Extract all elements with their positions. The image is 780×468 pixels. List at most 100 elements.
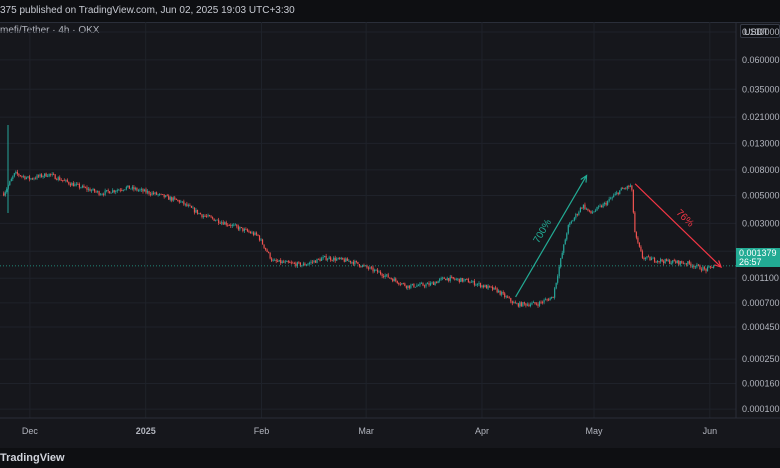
candle-body	[573, 217, 575, 221]
candle-body	[581, 207, 583, 209]
candle-body	[517, 303, 519, 307]
candle-body	[670, 262, 672, 264]
candle-body	[110, 192, 112, 194]
candle-body	[678, 260, 680, 265]
candle-body	[346, 258, 348, 261]
candle-body	[181, 201, 183, 203]
candle-body	[98, 191, 100, 195]
candle-body	[708, 266, 710, 268]
candle-body	[376, 269, 379, 273]
candle-body	[369, 267, 371, 269]
candle-body	[351, 261, 353, 263]
candle-body	[208, 215, 211, 217]
candle-body	[591, 212, 594, 214]
candle-body	[134, 188, 137, 190]
y-tick-label: 0.000100	[742, 404, 780, 414]
candle-body	[10, 178, 12, 182]
candle-body	[87, 188, 90, 190]
candle-body	[45, 173, 47, 177]
y-tick-label: 0.008000	[742, 165, 780, 175]
candle-body	[610, 198, 612, 200]
candle-body	[658, 260, 660, 262]
candle-body	[68, 181, 70, 185]
candle-body	[122, 189, 124, 191]
candle-body	[74, 184, 76, 187]
last-price-label: 0.001379 26:57	[736, 248, 780, 267]
candle-body	[165, 195, 167, 198]
candle-body	[711, 266, 713, 268]
candle-body	[684, 263, 686, 265]
candle-body	[213, 218, 215, 221]
candle-body	[258, 235, 261, 241]
candle-body	[529, 304, 532, 307]
candle-body	[205, 216, 208, 217]
candle-body	[62, 180, 64, 181]
y-tick-label: 0.000450	[742, 322, 780, 332]
y-tick-label: 0.000700	[742, 298, 780, 308]
candle-body	[632, 189, 634, 213]
candle-body	[106, 190, 108, 191]
candle-body	[458, 278, 460, 283]
candle-body	[125, 186, 127, 190]
candle-body	[19, 175, 21, 177]
candle-body	[331, 260, 333, 262]
candle-body	[112, 190, 114, 193]
candle-body	[355, 261, 357, 262]
candle-body	[149, 193, 152, 195]
candle-body	[566, 233, 568, 240]
candle-body	[644, 257, 647, 259]
candle-body	[124, 189, 126, 191]
candle-body	[174, 197, 176, 199]
candle-body	[399, 284, 401, 285]
candle-body	[115, 191, 117, 192]
candle-body	[543, 300, 545, 303]
x-tick-label: Apr	[475, 426, 489, 436]
candle-body	[139, 189, 141, 191]
candle-body	[373, 269, 376, 272]
candle-body	[104, 190, 106, 195]
candle-body	[195, 209, 197, 213]
candle-body	[386, 274, 388, 276]
candle-body	[570, 221, 572, 224]
candle-body	[307, 263, 309, 265]
candle-body	[298, 262, 300, 264]
candle-body	[172, 197, 174, 201]
candle-body	[623, 188, 625, 190]
candle-body	[513, 302, 515, 304]
candle-body	[325, 255, 327, 260]
candle-body	[607, 201, 609, 205]
candle-body	[219, 223, 221, 224]
candle-body	[187, 205, 189, 207]
candle-body	[616, 192, 618, 194]
candle-body	[56, 179, 58, 180]
candle-body	[478, 283, 480, 285]
candle-body	[304, 263, 306, 266]
y-tick-label: 0.100000	[742, 27, 780, 37]
candle-body	[602, 204, 604, 208]
candle-body	[95, 191, 97, 193]
candle-body	[274, 259, 276, 261]
candle-body	[146, 191, 149, 193]
candle-body	[590, 210, 592, 214]
candle-body	[348, 260, 350, 262]
candle-body	[490, 286, 492, 288]
candle-body	[410, 285, 412, 288]
candle-body	[673, 260, 675, 262]
candle-body	[676, 260, 678, 263]
candle-body	[431, 282, 433, 284]
candle-body	[667, 260, 669, 262]
candle-body	[384, 275, 386, 277]
candle-body	[178, 200, 180, 203]
candle-body	[625, 188, 627, 190]
candle-body	[484, 285, 486, 288]
candle-body	[429, 283, 432, 286]
candle-body	[666, 259, 668, 262]
candle-body	[472, 280, 474, 282]
price-chart[interactable]: 700% 76% 0.100000 0.060000 0.035000 0.021000 0…	[0, 0, 780, 440]
candle-body	[25, 177, 28, 179]
candle-body	[432, 282, 435, 286]
candle-body	[599, 205, 601, 207]
candle-body	[271, 258, 273, 261]
candle-body	[280, 259, 282, 264]
candle-body	[525, 303, 527, 306]
